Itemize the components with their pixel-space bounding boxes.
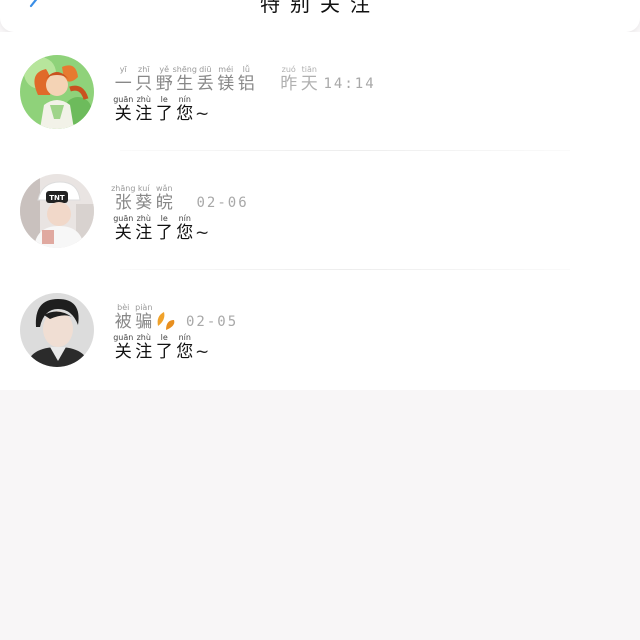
contact-name: zhāng 张 kuí 葵 wǎn 皖 02-06	[111, 184, 249, 213]
special-follow-list: yī 一 zhī 只 yě 野 shēng 生 diū 丢 méi 镁 lǚ 铝 zuó 昨 tiān 天 14:1…	[0, 32, 640, 390]
svg-text:TNT: TNT	[49, 194, 65, 202]
list-item[interactable]: yī 一 zhī 只 yě 野 shēng 生 diū 丢 méi 镁 lǚ 铝 zuó 昨 tiān 天 14:1…	[0, 32, 640, 151]
contact-name: yī 一 zhī 只 yě 野 shēng 生 diū 丢 méi 镁 lǚ 铝 zuó 昨 tiān 天 14:1…	[114, 65, 376, 94]
message-preview: guān 关 zhù 注 le 了 nín 您 ~	[113, 333, 210, 362]
message-preview: guān 关 zhù 注 le 了 nín 您 ~	[113, 214, 210, 243]
avatar[interactable]	[20, 293, 94, 367]
timestamp: 14:14	[323, 76, 376, 92]
message-preview: guān 关 zhù 注 le 了 nín 您 ~	[113, 95, 210, 124]
orange-leaf-icon	[157, 312, 175, 330]
list-item[interactable]: TNT zhāng 张 kuí 葵 wǎn 皖 02-06 guān 关 zhù 注 le 了 nín 您…	[0, 151, 640, 270]
avatar[interactable]: TNT	[20, 174, 94, 248]
timestamp: 02-06	[196, 195, 249, 211]
contact-name: bèi 被 piàn 骗 02-05	[114, 303, 239, 332]
page-title: 特别关注	[260, 0, 380, 16]
avatar[interactable]	[20, 55, 94, 129]
list-item[interactable]: bèi 被 piàn 骗 02-05 guān 关 zhù 注 le 了 nín 您 ~	[0, 270, 640, 389]
empty-area	[0, 390, 640, 640]
timestamp: 02-05	[186, 314, 239, 330]
header-bar: 特别关注	[0, 0, 640, 32]
